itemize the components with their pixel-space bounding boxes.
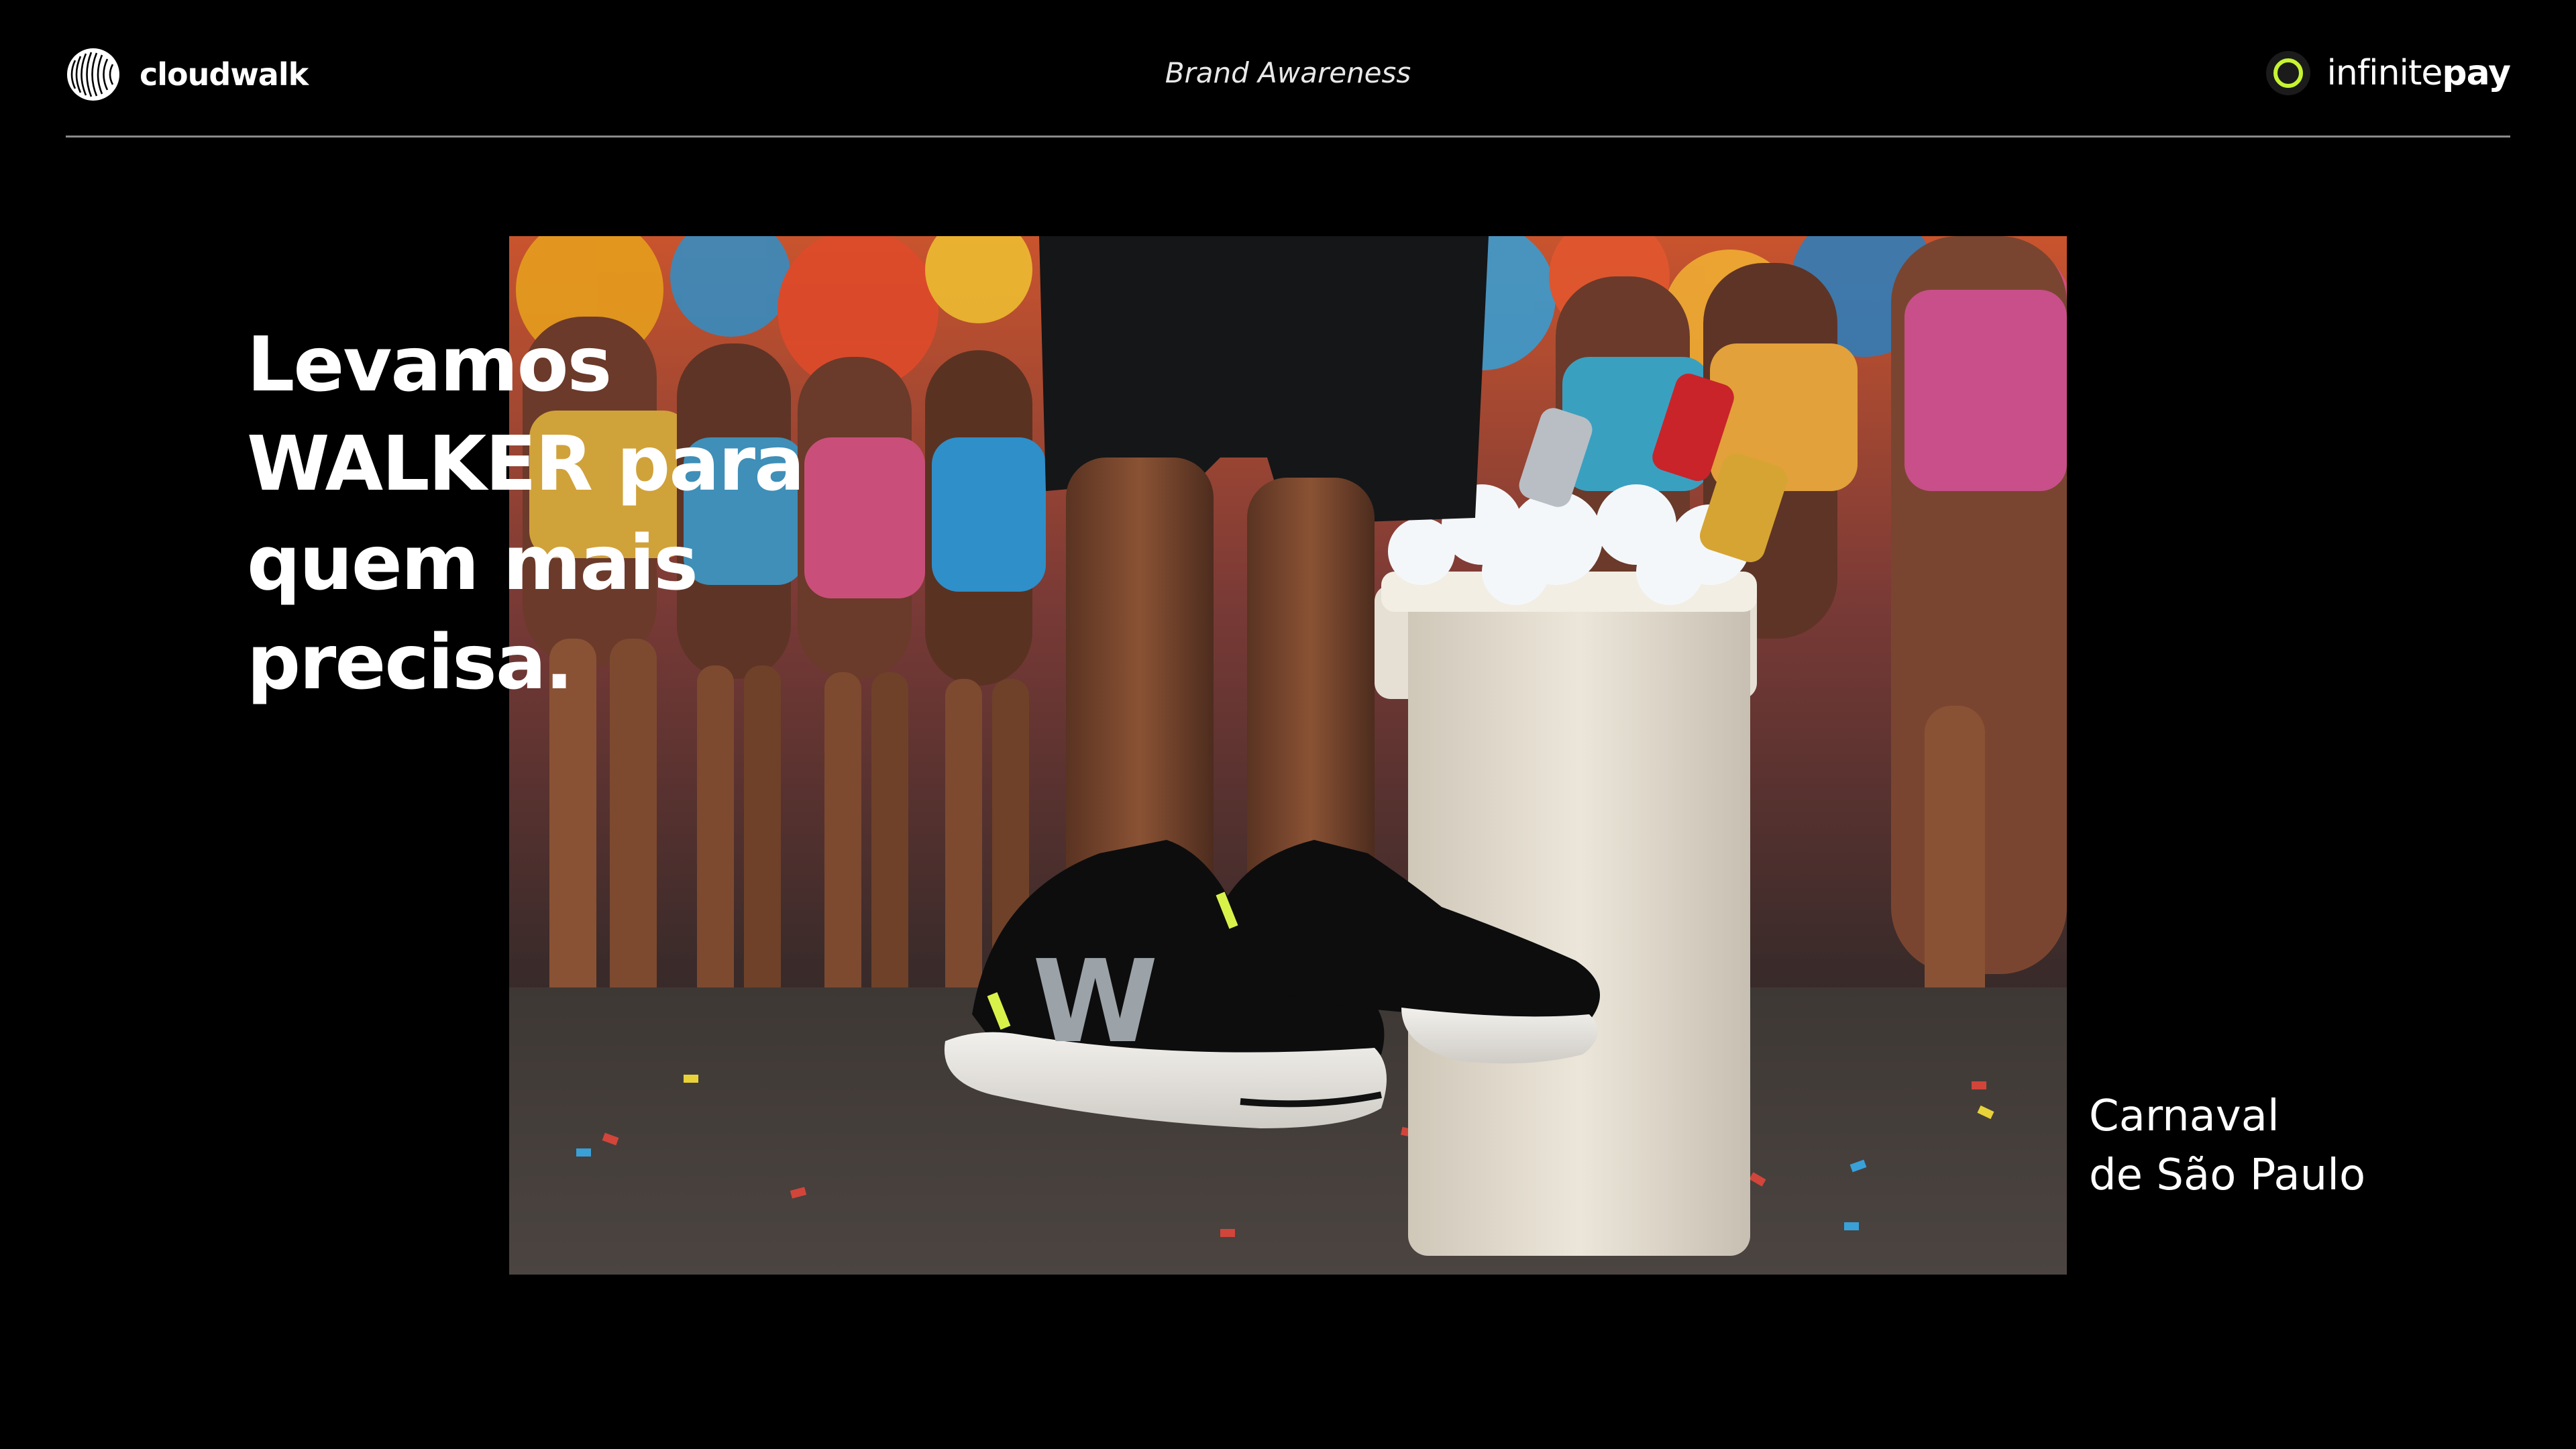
sneaker-logo-text: W [1032, 936, 1159, 1069]
caption-line-1: Carnaval [2089, 1091, 2279, 1141]
infinitepay-wordmark-bold: pay [2442, 53, 2511, 93]
header-divider [66, 136, 2510, 138]
slide-section-title: Brand Awareness [1165, 56, 1411, 89]
infinitepay-brand: infinitepay [2265, 50, 2511, 97]
headline-line-1: Levamos [247, 321, 612, 409]
headline-line-3: quem mais [247, 520, 698, 607]
caption-line-2: de São Paulo [2089, 1150, 2366, 1200]
hero-headline: Levamos WALKER para quem mais precisa. [247, 315, 985, 712]
infinitepay-ring-icon [2266, 51, 2311, 95]
photo-caption: Carnaval de São Paulo [2089, 1087, 2365, 1205]
slide-header: cloudwalk Brand Awareness infinitepay [66, 40, 2511, 107]
headline-line-2: WALKER para [247, 421, 805, 508]
infinitepay-wordmark: infinitepay [2326, 53, 2511, 93]
headline-line-4: precisa. [247, 619, 574, 706]
infinitepay-wordmark-light: infinite [2326, 53, 2443, 93]
